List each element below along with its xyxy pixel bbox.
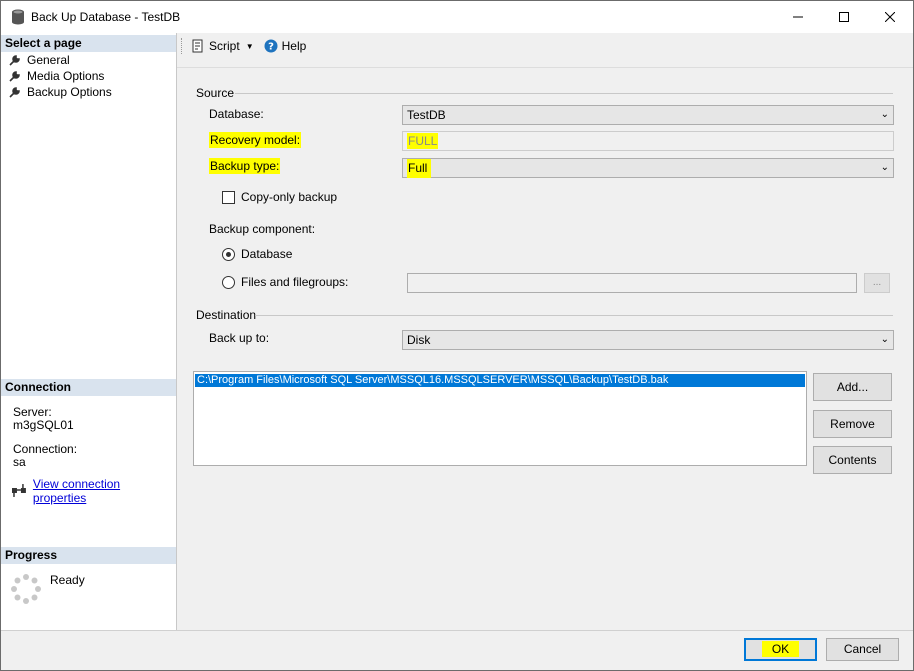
maximize-icon[interactable] bbox=[821, 1, 867, 33]
left-pane: Select a page General Media Options Back… bbox=[1, 33, 177, 630]
script-icon bbox=[192, 39, 203, 53]
add-button[interactable]: Add... bbox=[813, 373, 892, 401]
title-bar: Back Up Database - TestDB bbox=[1, 1, 913, 33]
backup-destinations-list[interactable]: C:\Program Files\Microsoft SQL Server\MS… bbox=[193, 371, 807, 466]
source-group-label: Source bbox=[196, 86, 235, 100]
progress-status: Ready bbox=[50, 573, 85, 587]
chevron-down-icon[interactable]: ▼ bbox=[246, 42, 254, 51]
backup-type-select[interactable]: Full ⌄ bbox=[402, 158, 894, 178]
server-label: Server: bbox=[13, 405, 52, 419]
connection-header: Connection bbox=[1, 379, 176, 396]
database-value: TestDB bbox=[407, 108, 446, 122]
ok-button[interactable]: OK bbox=[744, 638, 817, 661]
connection-icon bbox=[11, 484, 26, 497]
progress-header: Progress bbox=[1, 547, 176, 564]
destination-group-label: Destination bbox=[196, 308, 257, 322]
select-page-header: Select a page bbox=[1, 35, 176, 52]
backup-to-select[interactable]: Disk ⌄ bbox=[402, 330, 894, 350]
recovery-model-label: Recovery model: bbox=[209, 132, 302, 148]
sidebar-item-label: Media Options bbox=[27, 69, 105, 83]
backup-dialog: Back Up Database - TestDB Select a page … bbox=[0, 0, 914, 671]
help-icon: ? bbox=[264, 39, 278, 53]
list-item[interactable]: C:\Program Files\Microsoft SQL Server\MS… bbox=[195, 374, 805, 387]
close-icon[interactable] bbox=[867, 1, 913, 33]
component-database-label: Database bbox=[241, 247, 293, 261]
backup-type-label: Backup type: bbox=[209, 158, 281, 174]
remove-button[interactable]: Remove bbox=[813, 410, 892, 438]
chevron-down-icon: ⌄ bbox=[880, 162, 889, 173]
component-files-radio[interactable]: Files and filegroups: bbox=[222, 275, 348, 289]
sidebar-item-media-options[interactable]: Media Options bbox=[9, 68, 104, 84]
backup-component-label: Backup component: bbox=[209, 222, 316, 236]
minimize-icon[interactable] bbox=[775, 1, 821, 33]
chevron-down-icon: ⌄ bbox=[880, 109, 889, 120]
wrench-icon bbox=[9, 55, 20, 66]
recovery-model-field: FULL bbox=[402, 131, 894, 151]
copy-only-label: Copy-only backup bbox=[241, 190, 338, 204]
destination-divider bbox=[255, 315, 893, 316]
component-files-label: Files and filegroups: bbox=[241, 275, 349, 289]
server-value: m3gSQL01 bbox=[13, 418, 74, 432]
database-icon bbox=[11, 9, 25, 25]
files-filegroups-field bbox=[407, 273, 857, 293]
connection-label: Connection: bbox=[13, 442, 78, 456]
source-divider bbox=[235, 93, 893, 94]
backup-to-value: Disk bbox=[407, 333, 431, 347]
help-label: Help bbox=[281, 39, 307, 53]
svg-text:?: ? bbox=[268, 42, 274, 53]
sidebar-item-backup-options[interactable]: Backup Options bbox=[9, 84, 112, 100]
spinner-icon bbox=[11, 574, 41, 607]
cancel-button[interactable]: Cancel bbox=[826, 638, 899, 661]
copy-only-checkbox[interactable]: Copy-only backup bbox=[222, 190, 337, 204]
database-label: Database: bbox=[209, 107, 264, 121]
toolbar: Script ▼ ? Help bbox=[177, 33, 913, 59]
radio-unselected[interactable] bbox=[222, 275, 235, 289]
sidebar-item-label: Backup Options bbox=[27, 85, 112, 99]
toolbar-divider bbox=[177, 67, 913, 68]
sidebar-item-label: General bbox=[27, 53, 70, 67]
view-connection-properties[interactable]: View connection properties bbox=[11, 477, 176, 505]
view-connection-link[interactable]: View connection properties bbox=[33, 477, 176, 505]
script-button[interactable]: Script ▼ bbox=[191, 39, 254, 53]
wrench-icon bbox=[9, 71, 20, 82]
toolbar-grip bbox=[181, 38, 185, 54]
radio-selected[interactable] bbox=[222, 247, 235, 261]
component-database-radio[interactable]: Database bbox=[222, 247, 292, 261]
sidebar-item-general[interactable]: General bbox=[9, 52, 70, 68]
contents-button[interactable]: Contents bbox=[813, 446, 892, 474]
files-browse-button: ... bbox=[864, 273, 890, 293]
footer-divider bbox=[1, 630, 913, 631]
help-button[interactable]: ? Help bbox=[264, 39, 307, 53]
database-select[interactable]: TestDB ⌄ bbox=[402, 105, 894, 125]
window-title: Back Up Database - TestDB bbox=[31, 10, 181, 24]
backup-to-label: Back up to: bbox=[209, 331, 270, 345]
connection-value: sa bbox=[13, 455, 26, 469]
wrench-icon bbox=[9, 87, 20, 98]
checkbox-box[interactable] bbox=[222, 190, 235, 204]
backup-type-value: Full bbox=[407, 159, 432, 178]
chevron-down-icon: ⌄ bbox=[880, 334, 889, 345]
script-label: Script bbox=[209, 39, 240, 53]
